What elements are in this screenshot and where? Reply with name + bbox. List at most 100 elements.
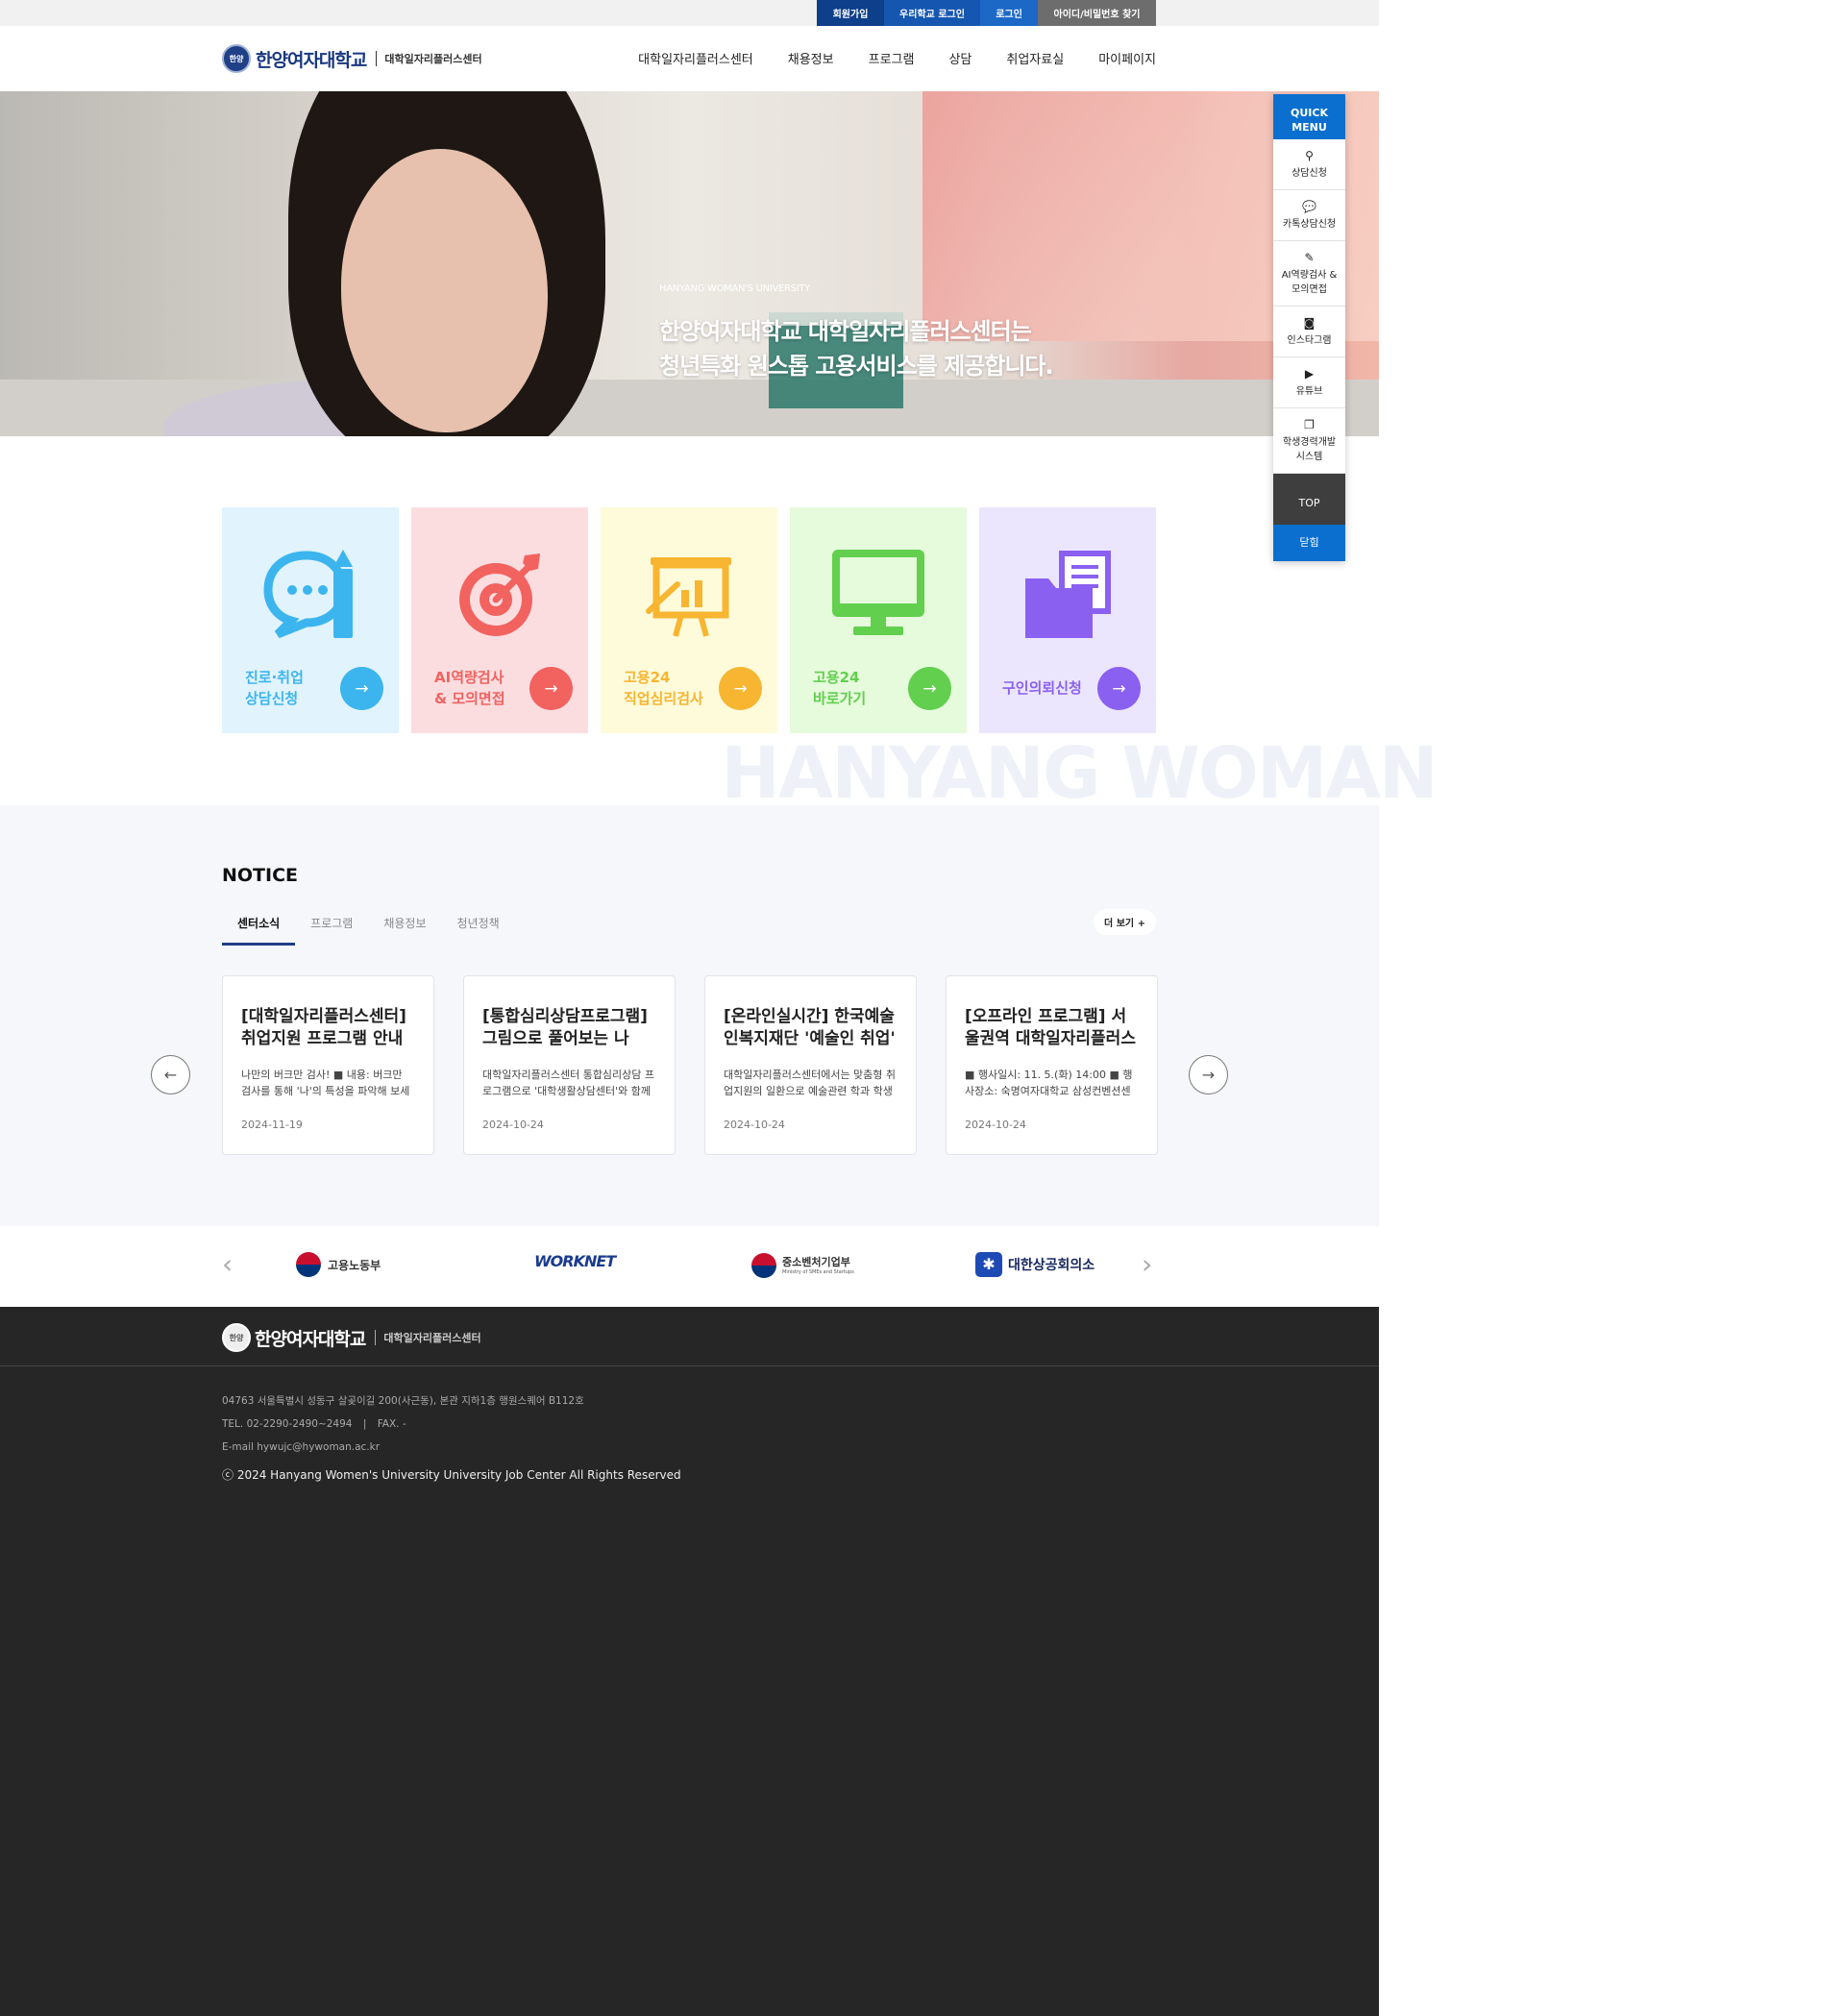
partner-name: 중소벤처기업부 — [782, 1255, 850, 1268]
partner-kcci[interactable]: ✱ 대한상공회의소 — [975, 1252, 1095, 1277]
quick-item-kakao[interactable]: 💬 카톡상담신청 — [1273, 190, 1345, 241]
partner-name: WORKNET — [534, 1252, 616, 1270]
nav-item-counsel[interactable]: 상담 — [948, 49, 972, 67]
arrow-right-icon[interactable]: → — [529, 667, 573, 710]
partner-prev-button[interactable]: ‹ — [222, 1251, 233, 1278]
notice-card-desc: ■ 행사일시: 11. 5.(화) 14:00 ■ 행사장소: 숙명여자대학교 … — [965, 1069, 1133, 1097]
hero-headline-line1: 한양여자대학교 대학일자리플러스센터는 — [659, 318, 1032, 345]
university-seal-icon: 한양 — [222, 44, 251, 73]
nav-item-center[interactable]: 대학일자리플러스센터 — [638, 49, 753, 67]
card-label-line2: 상담신청 — [245, 690, 299, 707]
arrow-right-icon[interactable]: → — [1097, 667, 1141, 710]
footer-separator: | — [362, 1418, 367, 1430]
card-label: AI역량검사 & 모의면접 — [434, 667, 505, 709]
site-footer: 한양 한양여자대학교 대학일자리플러스센터 04763 서울특별시 성동구 살곶… — [0, 1307, 1379, 2016]
more-button[interactable]: 더 보기 + — [1094, 909, 1156, 935]
hero-headline-line2: 청년특화 원스톱 고용서비스를 제공합니다. — [659, 353, 1054, 380]
tab-jobs[interactable]: 채용정보 — [368, 911, 441, 946]
quick-item-label: 유튜브 — [1295, 386, 1323, 397]
card-label: 고용24 바로가기 — [813, 667, 866, 709]
notice-tabs: 센터소식 프로그램 채용정보 청년정책 — [222, 911, 515, 946]
quick-menu: QUICK MENU ⚲ 상담신청 💬 카톡상담신청 ✎ AI역량검사 & 모의… — [1273, 94, 1345, 561]
partner-next-button[interactable]: › — [1142, 1251, 1152, 1278]
quick-menu-title-line1: QUICK — [1291, 107, 1328, 119]
site-logo[interactable]: 한양 한양여자대학교 대학일자리플러스센터 — [222, 44, 482, 73]
card-label-line1: 고용24 — [813, 669, 860, 686]
quick-item-label: 카톡상담신청 — [1282, 219, 1337, 230]
kakao-chat-icon: 💬 — [1302, 200, 1316, 213]
card-ai-test[interactable]: AI역량검사 & 모의면접 → — [411, 507, 588, 733]
card-label-line1: 진로·취업 — [245, 669, 304, 686]
quick-item-label: 학생경력개발 — [1282, 437, 1337, 448]
card-work24[interactable]: 고용24 바로가기 → — [790, 507, 967, 733]
taegeuk-logo-icon — [296, 1252, 321, 1277]
nav-item-programs[interactable]: 프로그램 — [869, 49, 915, 67]
quick-item-ai-test[interactable]: ✎ AI역량검사 & 모의면접 — [1273, 241, 1345, 307]
notice-card-desc: 대학일자리플러스센터에서는 맞춤형 취업지원의 일환으로 예술관련 학과 학생 — [724, 1069, 897, 1097]
card-label-line1: 구인의뢰신청 — [1002, 679, 1082, 697]
quick-menu-title: QUICK MENU — [1273, 94, 1345, 139]
quick-item-label: AI역량검사 & — [1281, 270, 1338, 281]
pencil-icon: ✎ — [1304, 251, 1315, 264]
school-login-link[interactable]: 우리학교 로그인 — [884, 0, 980, 26]
footer-info: 04763 서울특별시 성동구 살곶이길 200(사근동), 본관 지하1층 행… — [222, 1389, 584, 1459]
notice-card-desc: 대학일자리플러스센터 통합심리상담 프로그램으로 '대학생활상담센터'와 함께 — [482, 1069, 655, 1097]
nav-item-mypage[interactable]: 마이페이지 — [1098, 49, 1156, 67]
card-job-psych-test[interactable]: 고용24 직업심리검사 → — [601, 507, 777, 733]
quick-item-youtube[interactable]: ▶ 유튜브 — [1273, 357, 1345, 408]
presentation-icon — [646, 557, 731, 637]
notice-card-title: [대학일자리플러스센터] 취업지원 프로그램 안내 — [241, 1007, 406, 1048]
notice-card[interactable]: [대학일자리플러스센터] 취업지원 프로그램 안내 나만의 버크만 검사! ■ … — [222, 975, 434, 1155]
notice-card[interactable]: [온라인실시간] 한국예술인복지재단 '예술인 취업' 대학일자리플러스센터에서… — [704, 975, 917, 1155]
nav-item-resources[interactable]: 취업자료실 — [1006, 49, 1064, 67]
arrow-right-icon[interactable]: → — [719, 667, 762, 710]
notice-card[interactable]: [통합심리상담프로그램] 그림으로 풀어보는 나 대학일자리플러스센터 통합심리… — [463, 975, 676, 1155]
card-label-line1: 고용24 — [624, 669, 671, 686]
quick-item-instagram[interactable]: ◙ 인스타그램 — [1273, 307, 1345, 357]
quick-menu-close-button[interactable]: 닫힘 — [1273, 525, 1345, 561]
notice-card-desc: 나만의 버크만 검사! ■ 내용: 버크만 검사를 통해 '나'의 특성을 파악… — [241, 1069, 410, 1097]
counsel-icon: ⚲ — [1305, 149, 1314, 162]
site-header: 한양 한양여자대학교 대학일자리플러스센터 대학일자리플러스센터 채용정보 프로… — [0, 26, 1379, 91]
arrow-right-icon[interactable]: → — [340, 667, 383, 710]
nav-item-jobs[interactable]: 채용정보 — [788, 49, 834, 67]
youtube-icon: ▶ — [1304, 367, 1315, 381]
tab-programs[interactable]: 프로그램 — [295, 911, 368, 946]
prev-arrow-button[interactable]: ← — [151, 1055, 190, 1094]
notice-title: NOTICE — [222, 865, 299, 886]
quick-item-career-system[interactable]: ❐ 학생경력개발 시스템 — [1273, 408, 1345, 474]
card-label-line2: 직업심리검사 — [624, 690, 703, 707]
partner-moel[interactable]: 고용노동부 — [296, 1252, 381, 1277]
quick-item-label-2: 시스템 — [1295, 452, 1323, 462]
quick-item-counsel[interactable]: ⚲ 상담신청 — [1273, 139, 1345, 190]
notice-card-title: [통합심리상담프로그램] 그림으로 풀어보는 나 — [482, 1007, 648, 1048]
monitor-icon — [832, 550, 924, 635]
card-label-line2: & 모의면접 — [434, 690, 505, 707]
kcci-logo-icon: ✱ — [975, 1252, 1002, 1277]
quick-item-label-2: 모의면접 — [1292, 284, 1327, 295]
footer-divider — [0, 1365, 1379, 1366]
login-link[interactable]: 로그인 — [980, 0, 1038, 26]
service-cards: 진로·취업 상담신청 → AI역량검사 & 모의면접 → 고용24 직업심리검사 — [222, 507, 1156, 733]
hero-banner: HANYANG WOMAN'S UNIVERSITY 한양여자대학교 대학일자리… — [0, 91, 1379, 436]
find-id-password-link[interactable]: 아이디/비밀번호 찾기 — [1038, 0, 1156, 26]
document-icon: ❐ — [1304, 418, 1315, 431]
tab-center-news[interactable]: 센터소식 — [222, 911, 296, 946]
notice-section: NOTICE 센터소식 프로그램 채용정보 청년정책 더 보기 + ← [대학일… — [0, 805, 1379, 1226]
footer-logo[interactable]: 한양 한양여자대학교 대학일자리플러스센터 — [222, 1323, 481, 1352]
footer-logo-divider — [375, 1330, 377, 1345]
folder-icon — [1025, 551, 1111, 638]
scroll-top-button[interactable]: TOP — [1273, 474, 1345, 525]
partner-worknet[interactable]: WORKNET — [534, 1252, 616, 1270]
partner-mss[interactable]: 중소벤처기업부 Ministry of SMEs and Startups — [751, 1253, 854, 1278]
card-career-counsel[interactable]: 진로·취업 상담신청 → — [222, 507, 399, 733]
tab-youth-policy[interactable]: 청년정책 — [442, 911, 515, 946]
card-job-request[interactable]: 구인의뢰신청 → — [979, 507, 1156, 733]
signup-link[interactable]: 회원가입 — [817, 0, 884, 26]
footer-fax: FAX. - — [377, 1418, 406, 1430]
arrow-right-icon[interactable]: → — [908, 667, 951, 710]
next-arrow-button[interactable]: → — [1189, 1055, 1228, 1094]
taegeuk-logo-icon — [751, 1253, 776, 1278]
notice-card[interactable]: [오프라인 프로그램] 서울권역 대학일자리플러스센터 ■ 행사일시: 11. … — [946, 975, 1158, 1155]
card-label: 진로·취업 상담신청 — [245, 667, 304, 709]
